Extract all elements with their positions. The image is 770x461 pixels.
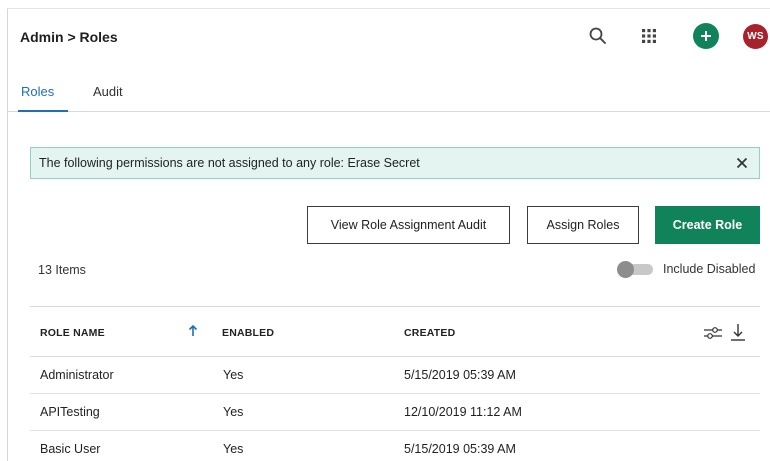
created-cell: 5/15/2019 05:39 AM xyxy=(404,442,516,456)
search-icon[interactable] xyxy=(584,22,612,50)
sort-arrow-up-icon[interactable] xyxy=(188,324,198,340)
active-tab-indicator xyxy=(18,110,68,112)
roles-table: ROLE NAME ENABLED CREATED Administrator … xyxy=(30,306,760,461)
add-button[interactable] xyxy=(692,22,720,50)
add-icon xyxy=(693,23,719,49)
item-count: 13 Items xyxy=(38,263,86,277)
column-header-created[interactable]: CREATED xyxy=(404,327,455,339)
include-disabled-label: Include Disabled xyxy=(663,262,756,276)
column-header-role-name[interactable]: ROLE NAME xyxy=(40,327,105,339)
toggle-knob xyxy=(617,261,634,278)
assign-roles-button[interactable]: Assign Roles xyxy=(527,206,639,244)
table-row[interactable]: APITesting Yes 12/10/2019 11:12 AM xyxy=(30,394,760,431)
include-disabled-toggle[interactable] xyxy=(617,261,653,278)
unassigned-permissions-alert: The following permissions are not assign… xyxy=(30,147,760,179)
breadcrumb: Admin > Roles xyxy=(20,29,118,45)
role-name-cell[interactable]: APITesting xyxy=(40,405,100,419)
table-header: ROLE NAME ENABLED CREATED xyxy=(30,306,760,357)
enabled-cell: Yes xyxy=(223,442,244,456)
table-row[interactable]: Administrator Yes 5/15/2019 05:39 AM xyxy=(30,357,760,394)
role-name-cell[interactable]: Administrator xyxy=(40,368,114,382)
page-left-border xyxy=(7,8,8,461)
table-row[interactable]: Basic User Yes 5/15/2019 05:39 AM xyxy=(30,431,760,461)
tab-bar: Roles Audit xyxy=(8,78,770,112)
apps-grid-icon[interactable] xyxy=(635,22,663,50)
created-cell: 5/15/2019 05:39 AM xyxy=(404,368,516,382)
enabled-cell: Yes xyxy=(223,368,244,382)
export-download-icon[interactable] xyxy=(730,323,746,341)
user-avatar[interactable]: WS xyxy=(743,24,768,49)
column-header-enabled[interactable]: ENABLED xyxy=(222,327,274,339)
table-tools xyxy=(700,323,750,343)
created-cell: 12/10/2019 11:12 AM xyxy=(404,405,522,419)
app-header: Admin > Roles WS xyxy=(8,9,770,65)
create-role-button[interactable]: Create Role xyxy=(655,206,760,244)
enabled-cell: Yes xyxy=(223,405,244,419)
close-icon[interactable] xyxy=(734,155,750,171)
tab-audit[interactable]: Audit xyxy=(93,84,123,99)
column-settings-icon[interactable] xyxy=(703,326,723,340)
role-name-cell[interactable]: Basic User xyxy=(40,442,100,456)
alert-message: The following permissions are not assign… xyxy=(39,156,420,170)
view-role-assignment-audit-button[interactable]: View Role Assignment Audit xyxy=(307,206,510,244)
tab-roles[interactable]: Roles xyxy=(21,84,54,99)
